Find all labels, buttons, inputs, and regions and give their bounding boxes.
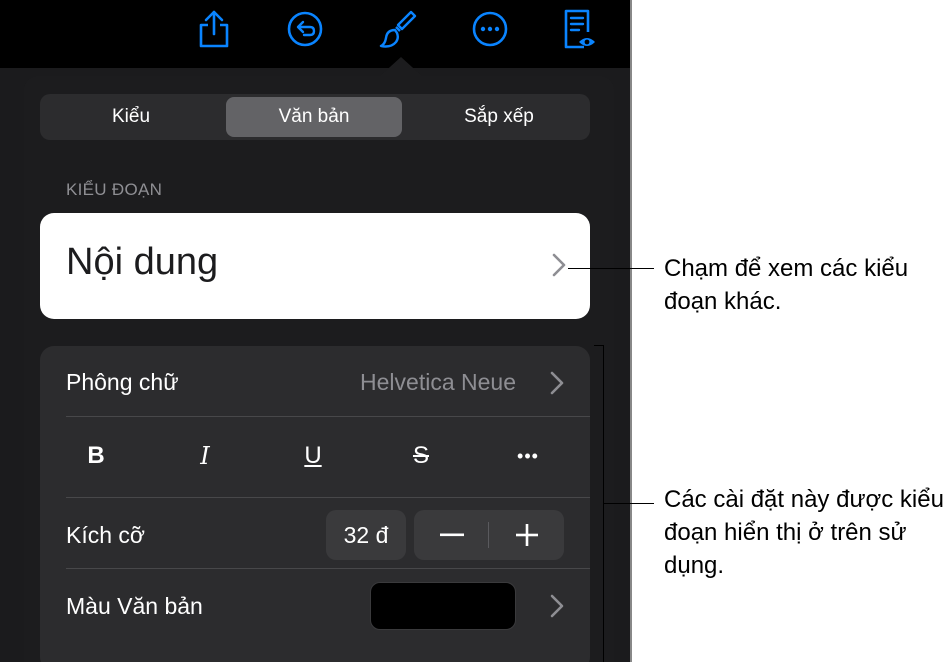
- row-separator: [66, 497, 590, 498]
- callout-line-top: [568, 268, 654, 269]
- font-chevron-icon[interactable]: [550, 371, 564, 400]
- callout-line-bottom: [604, 503, 654, 504]
- paragraph-style-name: Nội dung: [66, 241, 219, 283]
- app-area: Kiểu Văn bản Sắp xếp KIỂU ĐOẠN Nội dung …: [0, 0, 632, 662]
- more-format-button[interactable]: •••: [498, 438, 558, 474]
- paragraph-style-row[interactable]: Nội dung: [40, 213, 590, 319]
- underline-button[interactable]: U: [283, 438, 343, 474]
- format-brush-icon[interactable]: [376, 6, 420, 52]
- callout-bracket: [594, 345, 604, 662]
- bold-button[interactable]: B: [66, 438, 126, 474]
- size-label: Kích cỡ: [66, 522, 145, 548]
- tab-text[interactable]: Văn bản: [226, 97, 402, 137]
- strikethrough-button[interactable]: S: [391, 438, 451, 474]
- callout-text-bottom: Các cài đặt này được kiểu đoạn hiển thị …: [664, 486, 944, 579]
- italic-button[interactable]: I: [175, 438, 235, 474]
- font-value[interactable]: Helvetica Neue: [360, 369, 516, 396]
- text-settings-group: Phông chữ Helvetica Neue B I U S ••• Kíc…: [40, 346, 590, 662]
- font-size-value[interactable]: 32 đ: [326, 510, 406, 560]
- text-color-label: Màu Văn bản: [66, 593, 203, 619]
- popover-arrow: [379, 57, 423, 77]
- reader-view-icon[interactable]: [557, 6, 601, 52]
- row-separator: [66, 568, 590, 569]
- format-popover: Kiểu Văn bản Sắp xếp KIỂU ĐOẠN Nội dung …: [24, 76, 614, 662]
- decrease-size-button[interactable]: [414, 510, 489, 560]
- increase-size-button[interactable]: [489, 510, 564, 560]
- share-icon[interactable]: [192, 6, 236, 52]
- undo-icon[interactable]: [283, 6, 327, 52]
- font-label: Phông chữ: [66, 369, 179, 395]
- toolbar: [0, 0, 632, 68]
- text-color-chevron-icon[interactable]: [550, 594, 564, 623]
- more-icon[interactable]: [468, 6, 512, 52]
- segmented-control: Kiểu Văn bản Sắp xếp: [40, 94, 590, 140]
- tab-style[interactable]: Kiểu: [44, 97, 218, 137]
- row-separator: [66, 416, 590, 417]
- callout-text-top: Chạm để xem các kiểu đoạn khác.: [664, 255, 909, 315]
- section-label-paragraph-style: KIỂU ĐOẠN: [66, 180, 163, 199]
- font-size-stepper: [414, 510, 564, 560]
- tab-arrange[interactable]: Sắp xếp: [412, 97, 586, 137]
- screen-edge: [630, 0, 632, 662]
- text-color-swatch[interactable]: [370, 582, 516, 630]
- chevron-right-icon: [552, 253, 566, 282]
